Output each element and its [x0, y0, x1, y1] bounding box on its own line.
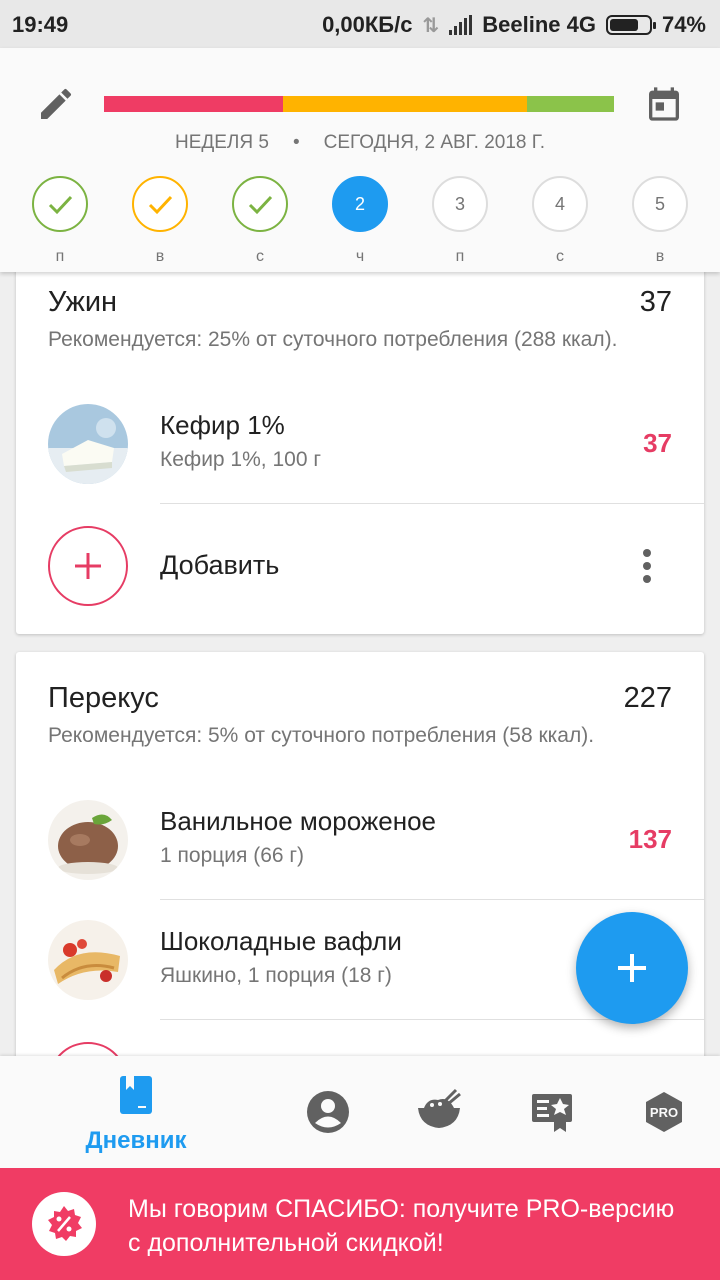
meal-card-dinner: Ужин 37 Рекомендуется: 25% от суточного …	[16, 252, 704, 634]
add-food-row[interactable]: Добавить	[16, 506, 704, 626]
day-label: с	[256, 248, 264, 265]
add-food-button[interactable]	[48, 526, 128, 606]
food-description: Яшкино, 1 порция (18 г)	[160, 964, 392, 987]
date-label: СЕГОДНЯ, 2 АВГ. 2018 Г.	[323, 132, 545, 153]
progress-segment	[104, 96, 283, 112]
battery-icon	[605, 15, 656, 35]
add-food-label: Добавить	[160, 550, 280, 580]
week-date-line: НЕДЕЛЯ 5 • СЕГОДНЯ, 2 АВГ. 2018 Г.	[0, 132, 720, 154]
nav-programs[interactable]	[530, 1090, 574, 1139]
add-fab-button[interactable]	[576, 912, 688, 1024]
day-label: в	[155, 248, 165, 265]
award-card-icon	[532, 1094, 572, 1132]
promo-text: Мы говорим СПАСИБО: получите PRO-версию …	[128, 1195, 675, 1257]
nav-pro[interactable]: PRO	[642, 1090, 686, 1139]
day-2[interactable]: с	[232, 176, 288, 266]
bottom-navigation: Дневник PRO	[0, 1056, 720, 1168]
food-calories: 137	[628, 824, 672, 854]
day-selector: пвс2ч3п4с5в	[0, 176, 720, 266]
status-bar: 19:49 0,00КБ/с ⇅ Beeline 4G 74%	[0, 0, 720, 48]
diary-book-icon	[120, 1076, 152, 1114]
day-label: ч	[355, 248, 365, 265]
pro-badge-text: PRO	[650, 1105, 678, 1120]
day-6[interactable]: 5в	[632, 176, 688, 266]
promo-banner[interactable]: Мы говорим СПАСИБО: получите PRO-версию …	[0, 1168, 720, 1280]
day-3[interactable]: 2ч	[332, 176, 388, 266]
week-label: НЕДЕЛЯ 5	[175, 132, 269, 153]
meal-recommendation: Рекомендуется: 5% от суточного потреблен…	[48, 724, 595, 747]
day-0[interactable]: п	[32, 176, 88, 266]
check-icon	[248, 195, 273, 215]
diary-header: НЕДЕЛЯ 5 • СЕГОДНЯ, 2 АВГ. 2018 Г. пвс2ч3п…	[0, 48, 720, 272]
day-label: п	[55, 248, 65, 265]
plus-icon	[75, 553, 101, 579]
edit-icon[interactable]	[36, 84, 76, 124]
data-arrows-icon: ⇅	[422, 14, 440, 37]
calorie-progress-bar	[104, 96, 614, 112]
day-circle[interactable]: 3	[432, 176, 488, 232]
food-name: Кефир 1%	[160, 410, 285, 440]
meal-title: Перекус	[48, 682, 159, 714]
day-circle[interactable]	[232, 176, 288, 232]
plus-icon	[618, 954, 646, 982]
meal-title: Ужин	[48, 286, 118, 318]
day-label: п	[455, 248, 465, 265]
nav-recipes[interactable]	[414, 1088, 464, 1139]
food-description: Кефир 1%, 100 г	[160, 448, 321, 471]
day-5[interactable]: 4с	[532, 176, 588, 266]
check-icon	[48, 195, 73, 215]
meal-total: 37	[639, 286, 672, 318]
food-name: Ванильное мороженое	[160, 806, 436, 836]
day-label: с	[556, 248, 564, 265]
day-4[interactable]: 3п	[432, 176, 488, 266]
food-image-waffles	[48, 920, 128, 1000]
day-label: в	[655, 248, 665, 265]
day-circle[interactable]: 2	[332, 176, 388, 232]
day-circle[interactable]	[132, 176, 188, 232]
nav-profile[interactable]	[306, 1090, 350, 1139]
status-time: 19:49	[12, 12, 69, 37]
food-calories: 37	[643, 428, 672, 458]
day-circle[interactable]: 5	[632, 176, 688, 232]
discount-badge-icon	[32, 1192, 96, 1256]
carrier-name: Beeline 4G	[482, 12, 596, 37]
food-item[interactable]: Кефир 1% Кефир 1%, 100 г 37	[16, 384, 704, 504]
more-vert-icon[interactable]	[642, 548, 652, 584]
separator-dot: •	[292, 132, 300, 153]
progress-segment	[282, 96, 528, 112]
percent-icon	[48, 1206, 82, 1241]
signal-icon	[449, 15, 473, 35]
rice-bowl-icon	[418, 1088, 461, 1128]
nav-diary[interactable]: Дневник	[78, 1074, 194, 1155]
day-circle[interactable]	[32, 176, 88, 232]
progress-segment	[527, 96, 614, 112]
check-icon	[148, 195, 173, 215]
food-item[interactable]: Ванильное мороженое 1 порция (66 г) 137	[16, 780, 704, 900]
meal-card-snack: Перекус 227 Рекомендуется: 5% от суточно…	[16, 652, 704, 1122]
network-speed: 0,00КБ/с	[322, 12, 413, 37]
food-name: Шоколадные вафли	[160, 926, 402, 956]
nav-diary-label: Дневник	[85, 1127, 187, 1154]
food-description: 1 порция (66 г)	[160, 844, 305, 867]
meal-total: 227	[623, 682, 672, 714]
status-right: 0,00КБ/с ⇅ Beeline 4G 74%	[322, 12, 706, 38]
day-circle[interactable]: 4	[532, 176, 588, 232]
day-1[interactable]: в	[132, 176, 188, 266]
calendar-icon[interactable]	[644, 84, 684, 124]
battery-percent: 74%	[661, 12, 706, 37]
food-image-kefir	[48, 404, 128, 484]
account-circle-icon	[307, 1091, 349, 1133]
food-image-ice-cream	[48, 800, 128, 880]
meal-recommendation: Рекомендуется: 25% от суточного потребле…	[48, 328, 618, 351]
pro-badge-icon: PRO	[646, 1092, 682, 1132]
